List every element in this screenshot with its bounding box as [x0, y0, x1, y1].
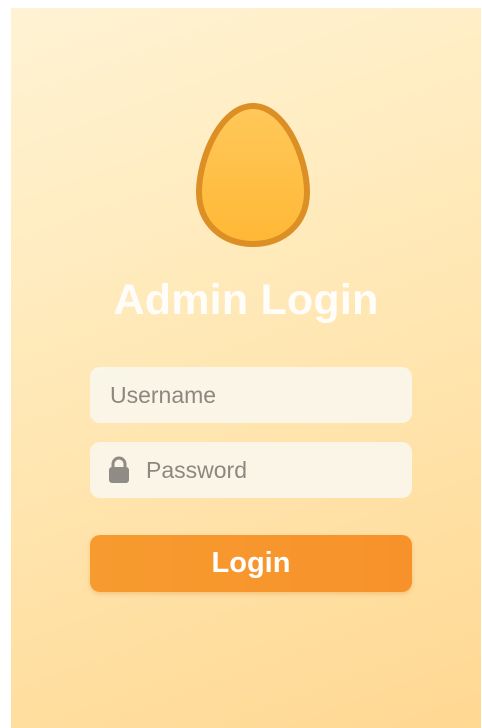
page-title: Admin Login — [113, 276, 379, 324]
login-button[interactable]: Login — [90, 535, 412, 592]
egg-icon — [195, 102, 311, 248]
username-field[interactable] — [90, 367, 412, 423]
username-input[interactable] — [110, 367, 400, 423]
password-field[interactable] — [90, 442, 412, 498]
login-screen: Admin Login Login — [11, 8, 481, 728]
password-input[interactable] — [146, 442, 400, 498]
lock-icon — [109, 456, 129, 483]
